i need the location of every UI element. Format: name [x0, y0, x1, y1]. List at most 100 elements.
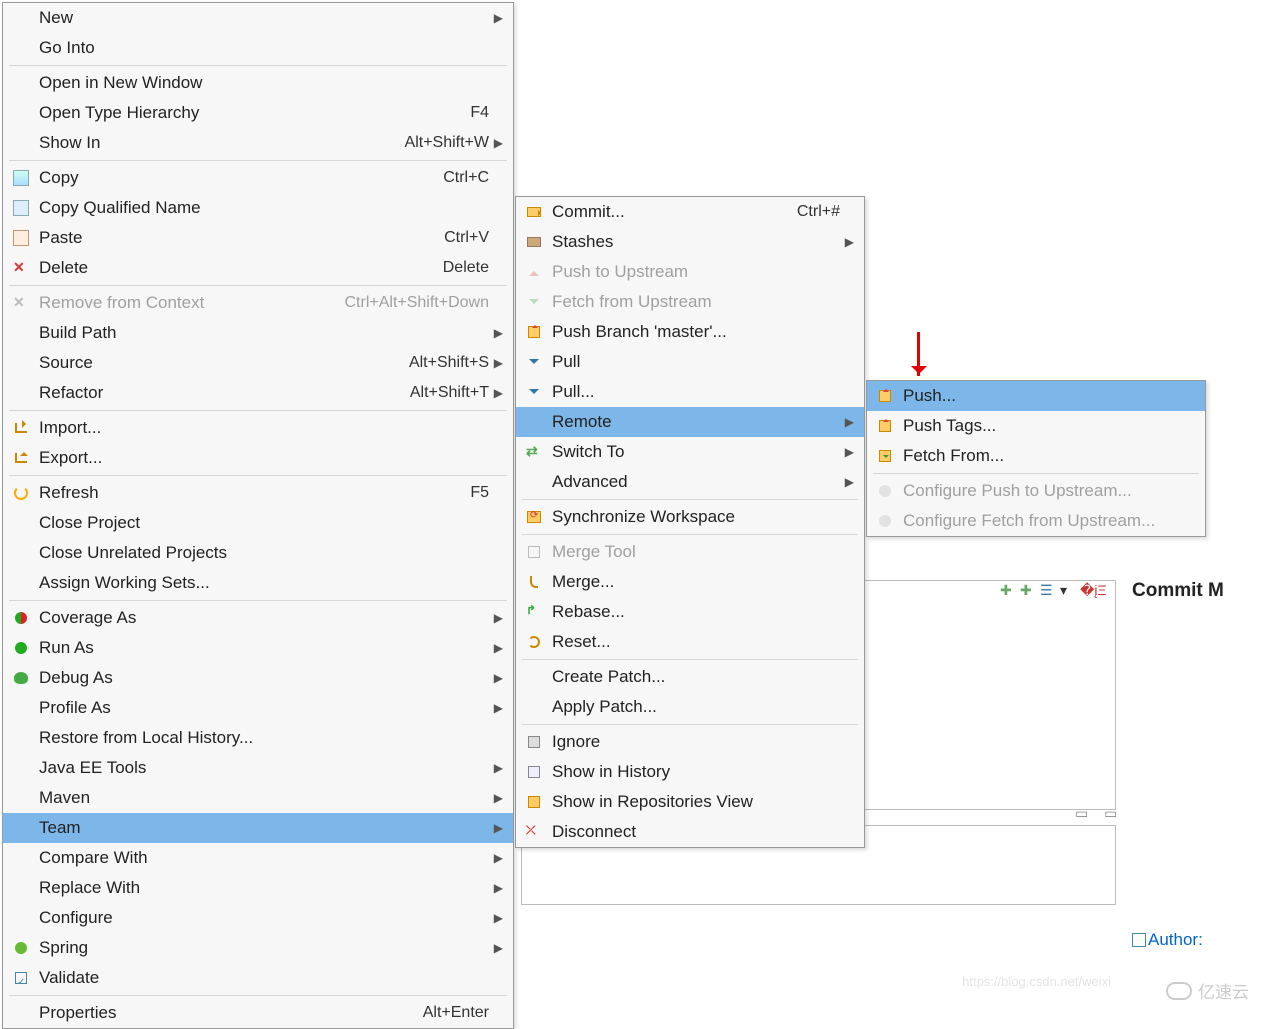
icon-slot	[9, 383, 33, 403]
team-item-commit[interactable]: Commit...Ctrl+#	[516, 197, 864, 227]
team-item-stashes[interactable]: Stashes▶	[516, 227, 864, 257]
team-item-show-in-history[interactable]: Show in History	[516, 757, 864, 787]
menu-separator	[522, 724, 858, 725]
team-item-advanced[interactable]: Advanced▶	[516, 467, 864, 497]
context-item-delete[interactable]: ✕DeleteDelete	[3, 253, 513, 283]
menu-item-label: Compare With	[33, 848, 489, 868]
context-item-refresh[interactable]: RefreshF5	[3, 478, 513, 508]
context-item-configure[interactable]: Configure▶	[3, 903, 513, 933]
menu-item-label: Push to Upstream	[546, 262, 840, 282]
submenu-arrow-icon: ▶	[489, 911, 503, 925]
context-item-team[interactable]: Team▶	[3, 813, 513, 843]
submenu-arrow-icon: ▶	[489, 671, 503, 685]
context-item-paste[interactable]: PasteCtrl+V	[3, 223, 513, 253]
context-item-export[interactable]: Export...	[3, 443, 513, 473]
team-item-ignore[interactable]: Ignore	[516, 727, 864, 757]
context-item-maven[interactable]: Maven▶	[3, 783, 513, 813]
menu-item-label: Push...	[897, 386, 1181, 406]
team-submenu: Commit...Ctrl+#Stashes▶ Push to Upstream F…	[515, 196, 865, 848]
tree-icon[interactable]: �įΞ	[1080, 582, 1094, 596]
menu-item-label: Fetch from Upstream	[546, 292, 840, 312]
team-item-pull[interactable]: Pull...	[516, 377, 864, 407]
context-item-spring[interactable]: Spring▶	[3, 933, 513, 963]
context-item-import[interactable]: Import...	[3, 413, 513, 443]
context-item-build-path[interactable]: Build Path▶	[3, 318, 513, 348]
context-item-open-in-new-window[interactable]: Open in New Window	[3, 68, 513, 98]
team-item-reset[interactable]: Reset...	[516, 627, 864, 657]
menu-item-label: Pull...	[546, 382, 840, 402]
add-all-icon[interactable]: ✚	[1020, 582, 1034, 596]
menu-item-label: Pull	[546, 352, 840, 372]
context-item-profile-as[interactable]: Profile As▶	[3, 693, 513, 723]
context-item-validate[interactable]: Validate	[3, 963, 513, 993]
team-item-show-in-repositories-view[interactable]: Show in Repositories View	[516, 787, 864, 817]
remote-item-push-tags[interactable]: Push Tags...	[867, 411, 1205, 441]
icon-slot	[9, 788, 33, 808]
team-item-rebase[interactable]: ↱Rebase...	[516, 597, 864, 627]
team-item-apply-patch[interactable]: Apply Patch...	[516, 692, 864, 722]
fetch-from-icon	[873, 446, 897, 466]
context-item-close-project[interactable]: Close Project	[3, 508, 513, 538]
context-item-copy[interactable]: CopyCtrl+C	[3, 163, 513, 193]
menu-item-label: Assign Working Sets...	[33, 573, 489, 593]
team-item-push-branch-master[interactable]: Push Branch 'master'...	[516, 317, 864, 347]
menu-shortcut: F5	[458, 484, 489, 502]
icon-slot	[9, 8, 33, 28]
sync-icon	[522, 507, 546, 527]
menu-item-label: Show in History	[546, 762, 840, 782]
merge-icon	[522, 572, 546, 592]
context-item-show-in[interactable]: Show InAlt+Shift+W▶	[3, 128, 513, 158]
menu-shortcut: Ctrl+#	[785, 203, 840, 221]
context-item-refactor[interactable]: RefactorAlt+Shift+T▶	[3, 378, 513, 408]
remove-icon: ✕	[9, 293, 33, 313]
context-item-coverage-as[interactable]: Coverage As▶	[3, 603, 513, 633]
context-item-copy-qualified-name[interactable]: Copy Qualified Name	[3, 193, 513, 223]
icon-slot	[9, 1003, 33, 1023]
menu-shortcut: Alt+Enter	[411, 1004, 489, 1022]
team-item-remote[interactable]: Remote▶	[516, 407, 864, 437]
team-item-switch-to[interactable]: ⇄Switch To▶	[516, 437, 864, 467]
context-item-debug-as[interactable]: Debug As▶	[3, 663, 513, 693]
context-item-go-into[interactable]: Go Into	[3, 33, 513, 63]
menu-item-label: Push Branch 'master'...	[546, 322, 840, 342]
context-item-new[interactable]: New▶	[3, 3, 513, 33]
team-item-synchronize-workspace[interactable]: Synchronize Workspace	[516, 502, 864, 532]
menu-separator	[9, 600, 507, 601]
submenu-arrow-icon: ▶	[840, 235, 854, 249]
menu-separator	[9, 285, 507, 286]
menu-item-label: Source	[33, 353, 397, 373]
add-icon[interactable]: ✚	[1000, 582, 1014, 596]
dropdown-icon[interactable]: ▾	[1060, 582, 1074, 596]
config-push-icon	[873, 481, 897, 501]
menu-item-label: Show In	[33, 133, 393, 153]
team-item-disconnect[interactable]: ⤫Disconnect	[516, 817, 864, 847]
icon-slot	[9, 908, 33, 928]
context-item-run-as[interactable]: Run As▶	[3, 633, 513, 663]
team-item-pull[interactable]: Pull	[516, 347, 864, 377]
list-icon[interactable]: ☰	[1040, 582, 1054, 596]
context-item-restore-from-local-history[interactable]: Restore from Local History...	[3, 723, 513, 753]
team-item-create-patch[interactable]: Create Patch...	[516, 662, 864, 692]
menu-item-label: Apply Patch...	[546, 697, 840, 717]
context-item-java-ee-tools[interactable]: Java EE Tools▶	[3, 753, 513, 783]
context-item-open-type-hierarchy[interactable]: Open Type HierarchyF4	[3, 98, 513, 128]
team-item-merge[interactable]: Merge...	[516, 567, 864, 597]
menu-item-label: Export...	[33, 448, 489, 468]
context-item-replace-with[interactable]: Replace With▶	[3, 873, 513, 903]
remote-item-push[interactable]: Push...	[867, 381, 1205, 411]
context-item-close-unrelated-projects[interactable]: Close Unrelated Projects	[3, 538, 513, 568]
menu-item-label: Close Unrelated Projects	[33, 543, 489, 563]
push-branch-icon	[522, 322, 546, 342]
icon-slot	[9, 758, 33, 778]
context-item-assign-working-sets[interactable]: Assign Working Sets...	[3, 568, 513, 598]
context-item-source[interactable]: SourceAlt+Shift+S▶	[3, 348, 513, 378]
menu-item-label: Paste	[33, 228, 432, 248]
context-item-properties[interactable]: PropertiesAlt+Enter	[3, 998, 513, 1028]
submenu-arrow-icon: ▶	[489, 326, 503, 340]
annotation-arrow	[917, 332, 920, 376]
panel-controls[interactable]: ▭ ▭	[1075, 805, 1123, 822]
context-item-compare-with[interactable]: Compare With▶	[3, 843, 513, 873]
icon-slot	[9, 573, 33, 593]
csdn-watermark: https://blog.csdn.net/weixi	[962, 974, 1111, 989]
remote-item-fetch-from[interactable]: Fetch From...	[867, 441, 1205, 471]
